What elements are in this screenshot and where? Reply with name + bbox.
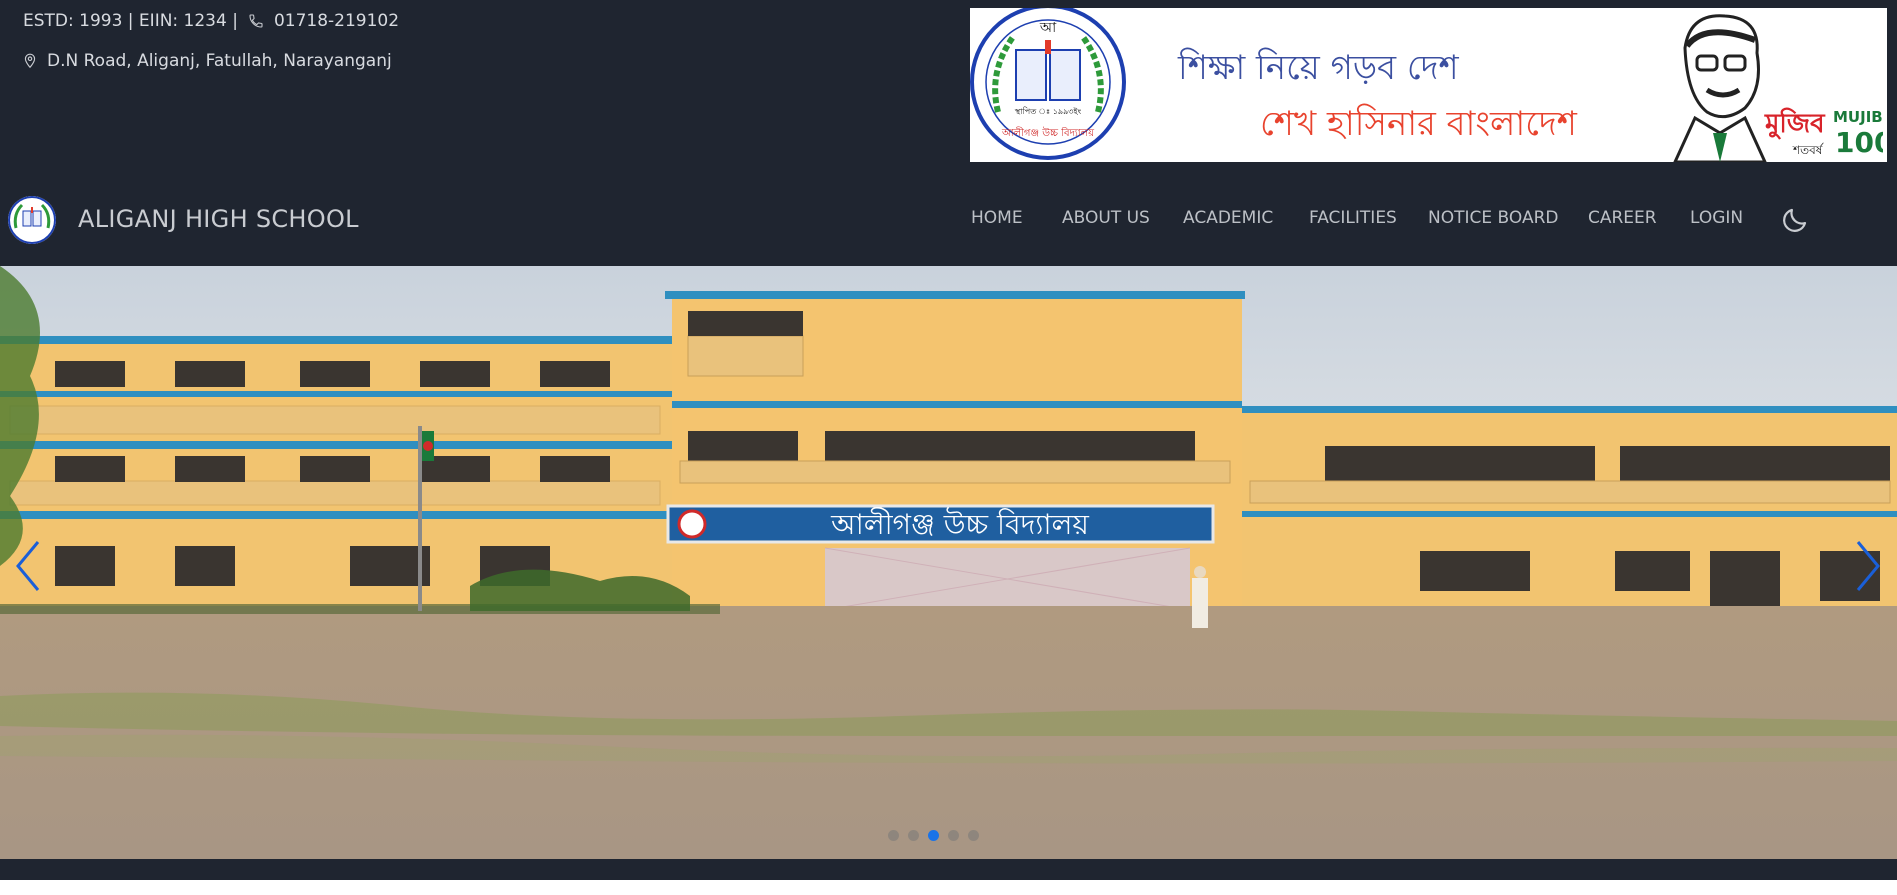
carousel-dot-4[interactable] — [948, 830, 959, 841]
building-sign-text: আলীগঞ্জ উচ্চ বিদ্যালয় — [830, 507, 1089, 541]
address-text: D.N Road, Aliganj, Fatullah, Narayanganj — [47, 51, 392, 71]
page-bottom-edge — [0, 880, 1897, 895]
brand-name[interactable]: ALIGANJ HIGH SCHOOL — [78, 205, 359, 233]
phone-icon — [249, 14, 263, 28]
emblem-year-text: স্থাপিত ঃ ১৯৯৩ইং — [1014, 107, 1082, 116]
slogan-line-1: শিক্ষা নিয়ে গড়ব দেশ — [1178, 48, 1459, 88]
mujib-en-text: MUJIB — [1833, 108, 1883, 126]
portrait-illustration — [1673, 14, 1767, 162]
nav-facilities[interactable]: FACILITIES — [1309, 208, 1397, 228]
address-line: D.N Road, Aliganj, Fatullah, Narayanganj — [23, 51, 392, 71]
carousel-dot-3[interactable] — [928, 830, 939, 841]
carousel-dot-2[interactable] — [908, 830, 919, 841]
moon-icon[interactable] — [1780, 205, 1810, 235]
header-banner: আ স্থাপিত ঃ ১৯৯৩ইং আলীগঞ্জ উচ্চ বিদ্যালয… — [970, 8, 1887, 162]
hero-carousel: আলীগঞ্জ উচ্চ বিদ্যালয় — [0, 266, 1897, 859]
nav-notice-board[interactable]: NOTICE BOARD — [1428, 208, 1559, 228]
nav-career[interactable]: CAREER — [1588, 208, 1657, 228]
carousel-dot-1[interactable] — [888, 830, 899, 841]
phone-link[interactable]: 01718-219102 — [274, 11, 399, 31]
mujib-100-logo: মুজিব MUJIB 100 শতবর্ষ — [1764, 107, 1883, 158]
nav-academic[interactable]: ACADEMIC — [1183, 208, 1273, 228]
carousel-indicators — [888, 830, 979, 841]
nav-login[interactable]: LOGIN — [1690, 208, 1743, 228]
section-divider — [0, 859, 1897, 880]
school-building-photo: আলীগঞ্জ উচ্চ বিদ্যালয় — [0, 266, 1897, 859]
brand-logo[interactable] — [8, 196, 56, 244]
mujib-bn-text: মুজিব — [1764, 107, 1826, 140]
carousel-dot-5[interactable] — [968, 830, 979, 841]
nav-about-us[interactable]: ABOUT US — [1062, 208, 1150, 228]
slogan-line-2: শেখ হাসিনার বাংলাদেশ — [1260, 104, 1577, 144]
chevron-left-icon[interactable] — [10, 536, 44, 596]
main-navbar: ALIGANJ HIGH SCHOOL HOME ABOUT US ACADEM… — [0, 180, 1897, 266]
estd-eiin-text: ESTD: 1993 | EIIN: 1234 | — [23, 11, 238, 31]
school-info-line: ESTD: 1993 | EIIN: 1234 | 01718-219102 — [23, 11, 399, 31]
mujib-sub-text: শতবর্ষ — [1792, 143, 1825, 157]
mujib-number-text: 100 — [1835, 126, 1883, 158]
emblem-top-text: আ — [1039, 20, 1057, 36]
top-info-bar: ESTD: 1993 | EIIN: 1234 | 01718-219102 D… — [0, 0, 1897, 180]
location-pin-icon — [24, 53, 36, 69]
nav-home[interactable]: HOME — [971, 208, 1023, 228]
emblem-ring-text: আলীগঞ্জ উচ্চ বিদ্যালয় — [1001, 126, 1095, 139]
chevron-right-icon[interactable] — [1852, 536, 1886, 596]
school-emblem: আ স্থাপিত ঃ ১৯৯৩ইং আলীগঞ্জ উচ্চ বিদ্যালয… — [970, 8, 1126, 160]
